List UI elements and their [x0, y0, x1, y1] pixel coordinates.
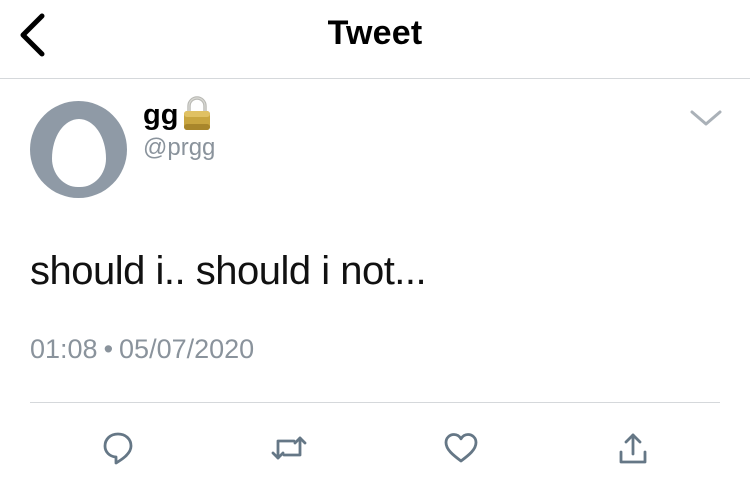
reply-icon [103, 432, 133, 465]
tweet-date: 05/07/2020 [119, 334, 255, 364]
tweet-time: 01:08 [30, 334, 98, 364]
share-button[interactable] [610, 425, 656, 471]
like-button[interactable] [438, 425, 484, 471]
retweet-button[interactable] [266, 425, 312, 471]
avatar[interactable] [30, 101, 127, 198]
heart-icon [444, 433, 478, 463]
chevron-down-icon[interactable] [688, 106, 724, 130]
display-name[interactable]: gg [143, 98, 178, 132]
lock-icon [184, 96, 211, 130]
timestamp-separator: • [103, 334, 114, 364]
page-title: Tweet [327, 14, 423, 52]
author-handle[interactable]: @prgg [143, 134, 215, 162]
divider [30, 402, 720, 403]
share-icon [619, 433, 647, 464]
author-name-row: gg [143, 96, 214, 132]
tweet-actions-bar [0, 425, 750, 471]
tweet-text: should i.. should i not... [30, 249, 427, 293]
navigation-bar: Tweet [0, 0, 750, 79]
default-egg-avatar-shape [52, 119, 106, 187]
reply-button[interactable] [95, 425, 141, 471]
retweet-icon [271, 436, 307, 460]
tweet-timestamp: 01:08 • 05/07/2020 [30, 334, 254, 365]
